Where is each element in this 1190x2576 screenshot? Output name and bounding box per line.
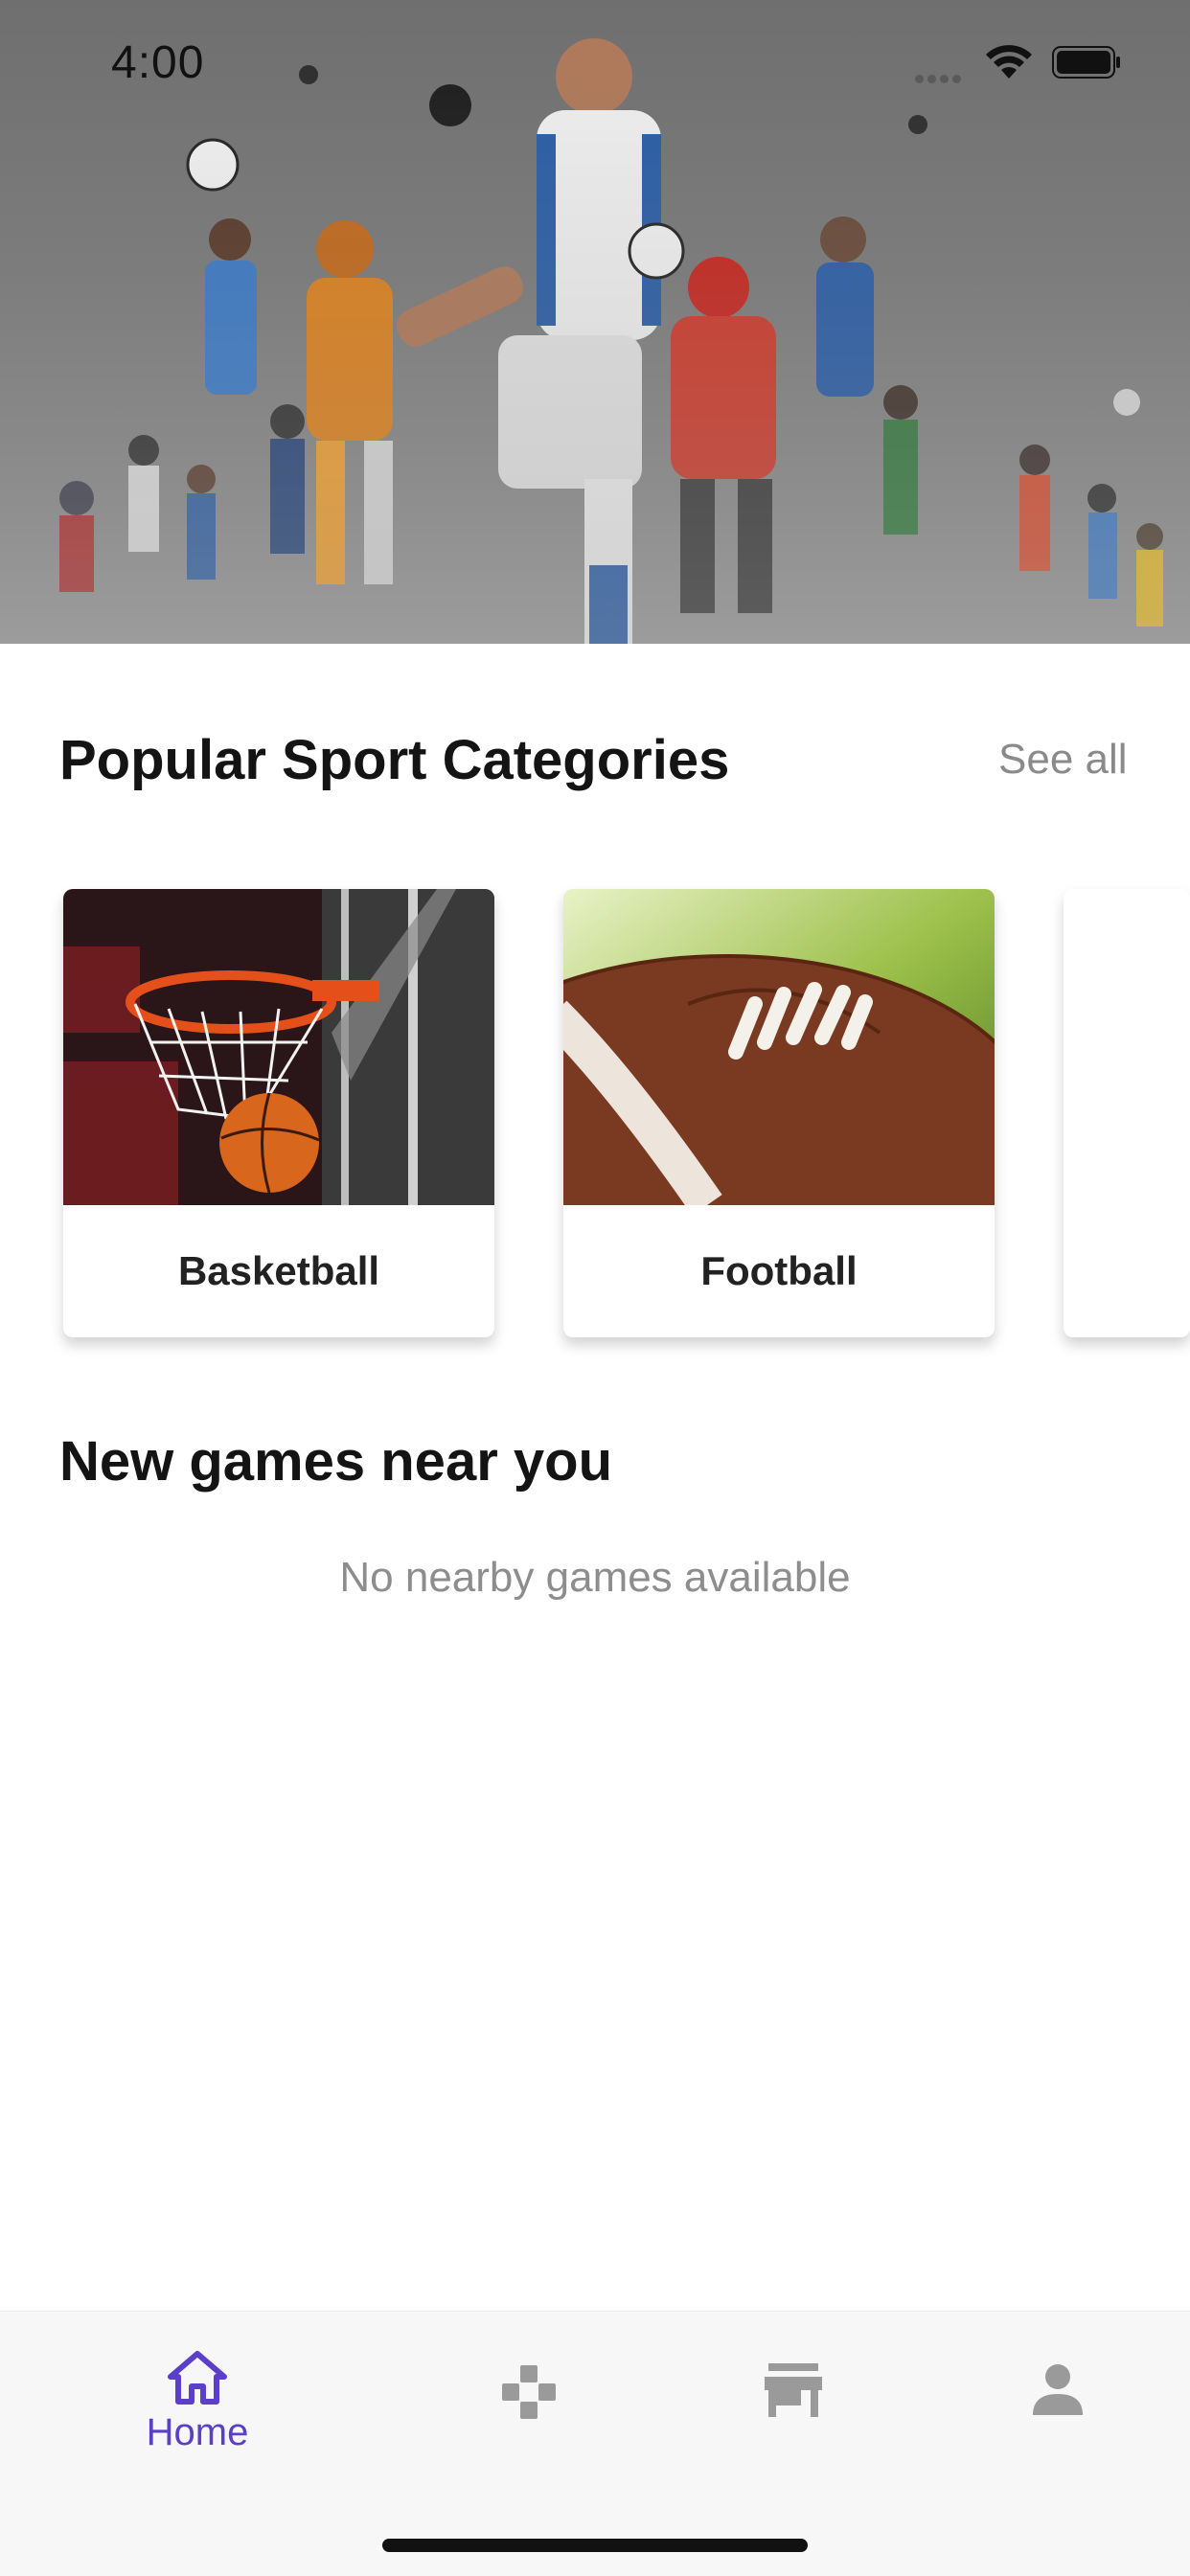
home-indicator (382, 2539, 808, 2552)
category-card-basketball[interactable]: Basketball (63, 889, 494, 1337)
tab-store[interactable] (698, 2361, 889, 2486)
cellular-signal-icon (915, 71, 973, 83)
category-label (1064, 1205, 1190, 1337)
gamepad-icon (502, 2365, 556, 2419)
battery-icon (1052, 46, 1120, 79)
category-label: Football (700, 1248, 858, 1293)
category-label: Basketball (177, 1248, 380, 1293)
basketball-hoop-image (63, 889, 494, 1205)
status-time: 4:00 (111, 37, 205, 88)
status-bar: 4:00 (0, 0, 1190, 125)
baseball-bat-image (1064, 889, 1190, 1205)
empty-state-message: No nearby games available (339, 1554, 851, 1601)
nearby-title: New games near you (59, 1430, 612, 1493)
store-icon (765, 2363, 822, 2417)
tab-home-label: Home (146, 2411, 249, 2453)
person-icon (1033, 2364, 1083, 2415)
category-card-baseball[interactable] (1064, 889, 1190, 1337)
see-all-link[interactable]: See all (998, 736, 1128, 784)
hero-banner: 4:00 (0, 0, 1190, 644)
tab-bar: Home (0, 2311, 1190, 2576)
tab-home[interactable]: Home (102, 2350, 293, 2474)
tab-games[interactable] (433, 2361, 625, 2486)
american-football-image (563, 889, 995, 1205)
tab-profile[interactable] (962, 2361, 1154, 2486)
home-icon (168, 2351, 227, 2405)
wifi-icon (986, 45, 1032, 79)
category-card-football[interactable]: Football (563, 889, 995, 1337)
categories-title: Popular Sport Categories (59, 729, 730, 791)
